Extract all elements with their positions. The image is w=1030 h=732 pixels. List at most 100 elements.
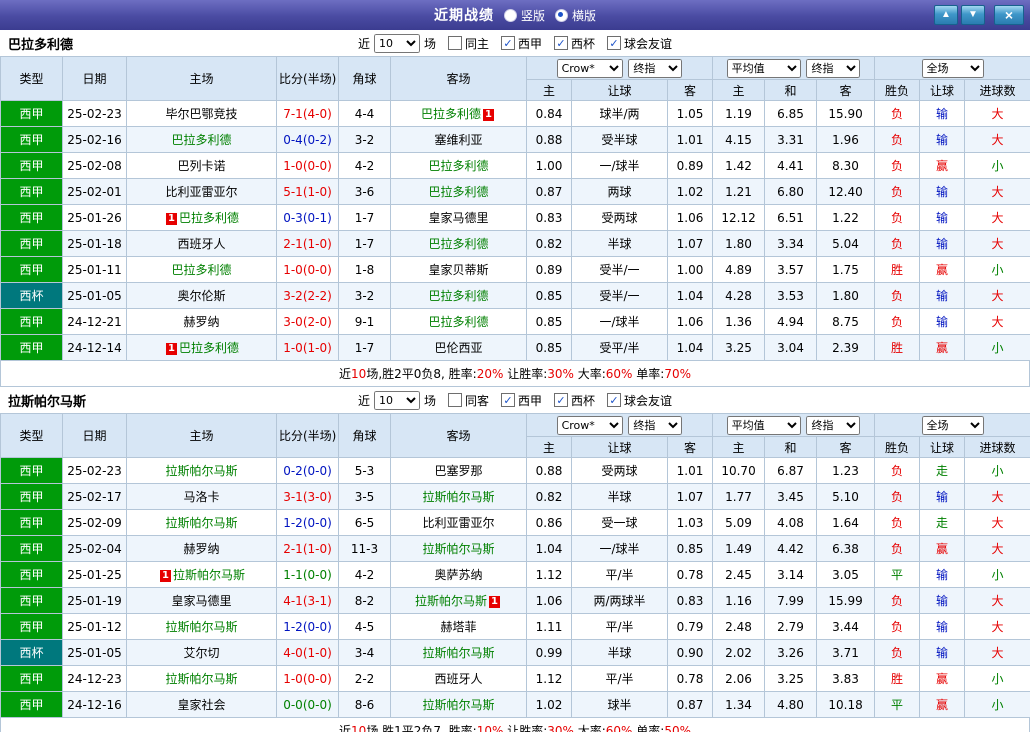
down-arrow-icon: ▼ (968, 9, 978, 20)
avg-home-odds: 5.09 (712, 509, 766, 536)
scroll-down-button[interactable]: ▼ (961, 5, 985, 25)
away-team: 拉斯帕尔马斯 (390, 483, 527, 510)
team-name-text: 巴伦西亚 (434, 341, 483, 355)
close-button[interactable]: × (994, 5, 1024, 25)
filter-same-venue[interactable]: 同主 (447, 35, 489, 52)
handicap-home-odds: 0.99 (526, 639, 572, 666)
avg-draw-odds: 3.45 (764, 483, 818, 510)
layout-vertical-radio[interactable]: 竖版 (503, 7, 545, 24)
col-goals-result: 进球数 (964, 436, 1030, 458)
table-header-groups: 类型 日期 主场 比分(半场) 角球 客场 Crow* 终指 平均值 终指 全场 (0, 413, 1030, 458)
handicap-line: 平/半 (571, 613, 668, 640)
team-name-text: 马洛卡 (183, 490, 220, 504)
copa-label: 西杯 (571, 36, 596, 51)
corner-score: 11-3 (338, 535, 391, 562)
average-odds-select[interactable]: 平均值 (726, 58, 801, 78)
result-goals: 大 (964, 613, 1030, 640)
result-winloss: 负 (874, 282, 921, 309)
match-row: 西甲 25-02-16 巴拉多利德 0-4(0-2) 3-2 塞维利亚 0.88… (0, 126, 1030, 153)
avg-draw-odds: 3.57 (764, 256, 818, 283)
away-team: 巴拉多利德 1 (390, 100, 527, 127)
team-name-text: 巴拉多利德 (428, 185, 489, 199)
match-row: 西甲 24-12-16 皇家社会 0-0(0-0) 8-6 拉斯帕尔马斯 1.0… (0, 691, 1030, 718)
average-stage-select[interactable]: 终指 (806, 415, 861, 435)
summary-segment: 10 (351, 367, 367, 381)
away-team: 西班牙人 (390, 665, 527, 692)
result-winloss: 负 (874, 308, 921, 335)
home-team: 拉斯帕尔马斯 (126, 509, 277, 536)
corner-score: 9-1 (338, 308, 391, 335)
average-odds-select[interactable]: 平均值 (726, 415, 801, 435)
avg-draw-odds: 4.80 (764, 691, 818, 718)
away-team: 巴拉多利德 (390, 308, 527, 335)
away-team: 拉斯帕尔马斯 (390, 639, 527, 666)
handicap-line: 受半/一 (571, 282, 668, 309)
result-goals: 大 (964, 230, 1030, 257)
result-goals: 大 (964, 308, 1030, 335)
team-name-text: 拉斯帕尔马斯 (422, 698, 495, 712)
col-away: 客场 (390, 56, 527, 101)
laliga-label: 西甲 (518, 393, 543, 408)
corner-score: 6-5 (338, 509, 391, 536)
avg-home-odds: 1.77 (712, 483, 766, 510)
filter-league-laliga[interactable]: ✓ 西甲 (501, 35, 542, 52)
filter-league-copa[interactable]: ✓ 西杯 (554, 35, 595, 52)
team-name-text: 巴拉多利德 (428, 237, 489, 251)
handicap-line: 球半/两 (571, 100, 668, 127)
score: 2-1(1-0) (276, 230, 339, 257)
away-team: 拉斯帕尔马斯 (390, 691, 527, 718)
handicap-away-odds: 1.07 (666, 483, 714, 510)
odds-stage-select[interactable]: 终指 (628, 415, 683, 435)
team-name-text: 拉斯帕尔马斯 (165, 672, 238, 686)
odds-company-select[interactable]: Crow* (556, 415, 623, 435)
average-odds-group: 平均值 终指 (712, 56, 876, 80)
match-count-select[interactable]: 10 (373, 33, 420, 53)
summary-segment: 70% (664, 367, 691, 381)
summary-row: 近10场,胜1平2负7, 胜率:10% 让胜率:30% 大率:60% 单率:50… (0, 718, 1030, 732)
result-winloss: 负 (874, 483, 921, 510)
odds-stage-select[interactable]: 终指 (628, 58, 683, 78)
team-name-text: 毕尔巴鄂竞技 (165, 107, 238, 121)
handicap-home-odds: 0.89 (526, 256, 572, 283)
match-count-select[interactable]: 10 (373, 390, 420, 410)
fulltime-select[interactable]: 全场 (921, 58, 984, 78)
red-card-badge: 1 (160, 570, 171, 582)
avg-home-odds: 10.70 (712, 457, 766, 484)
avg-away-odds: 3.83 (816, 665, 876, 692)
handicap-home-odds: 1.12 (526, 561, 572, 588)
scroll-up-button[interactable]: ▲ (934, 5, 958, 25)
summary-segment: 30% (547, 367, 574, 381)
score: 3-0(2-0) (276, 308, 339, 335)
score: 2-1(1-0) (276, 535, 339, 562)
avg-draw-odds: 3.53 (764, 282, 818, 309)
avg-home-odds: 4.28 (712, 282, 766, 309)
filter-league-friendly[interactable]: ✓ 球会友谊 (607, 35, 672, 52)
average-stage-select[interactable]: 终指 (806, 58, 861, 78)
result-winloss: 负 (874, 639, 921, 666)
team-name-text: 比利亚雷亚尔 (422, 516, 495, 530)
summary-segment: 场,胜2平0负8, 胜率: (366, 367, 477, 381)
summary-text: 近10场,胜2平0负8, 胜率:20% 让胜率:30% 大率:60% 单率:70… (339, 365, 691, 382)
match-date: 25-02-16 (62, 126, 127, 153)
home-team: 艾尔切 (126, 639, 277, 666)
filter-league-friendly[interactable]: ✓ 球会友谊 (607, 392, 672, 409)
filter-league-copa[interactable]: ✓ 西杯 (554, 392, 595, 409)
away-team: 皇家马德里 (390, 204, 527, 231)
col-avg-draw: 和 (764, 436, 818, 458)
avg-away-odds: 1.96 (816, 126, 876, 153)
filter-league-laliga[interactable]: ✓ 西甲 (501, 392, 542, 409)
summary-segment: 30% (547, 724, 574, 732)
layout-horizontal-radio[interactable]: 横版 (555, 7, 596, 24)
filter-same-venue[interactable]: 同客 (447, 392, 489, 409)
corner-score: 3-2 (338, 126, 391, 153)
home-team: 赫罗纳 (126, 535, 277, 562)
close-icon: × (1004, 7, 1014, 23)
red-card-badge: 1 (483, 109, 494, 121)
fulltime-select[interactable]: 全场 (921, 415, 984, 435)
handicap-line: 受一球 (571, 509, 668, 536)
summary-segment: 10 (351, 724, 367, 732)
col-corner: 角球 (338, 413, 391, 458)
handicap-line: 受半/一 (571, 256, 668, 283)
odds-company-select[interactable]: Crow* (556, 58, 623, 78)
score: 0-3(0-1) (276, 204, 339, 231)
